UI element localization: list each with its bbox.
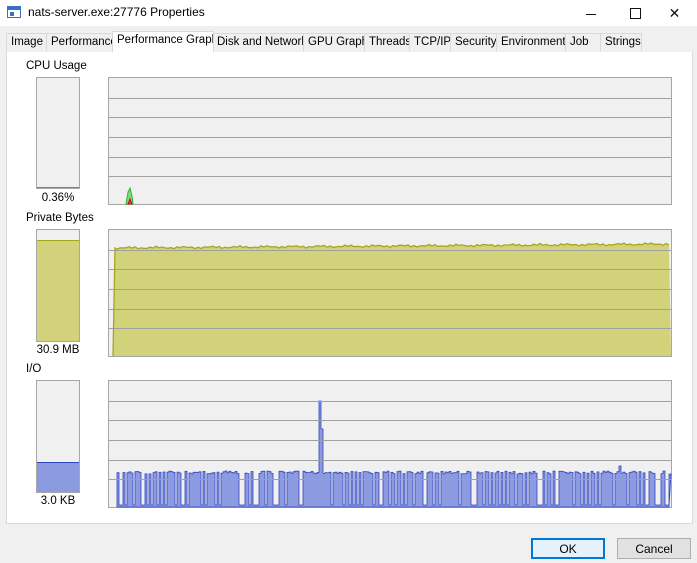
tab-strings[interactable]: Strings bbox=[600, 33, 642, 51]
tab-gpu-graph[interactable]: GPU Graph bbox=[303, 33, 365, 51]
minimize-button[interactable] bbox=[568, 0, 613, 26]
tab-disk-and-network[interactable]: Disk and Network bbox=[212, 33, 304, 51]
cpu-usage-meter bbox=[36, 77, 80, 189]
io-meter bbox=[36, 380, 80, 493]
io-area bbox=[116, 400, 672, 508]
close-icon: ✕ bbox=[668, 4, 681, 21]
private-bytes-label: Private Bytes bbox=[26, 212, 94, 224]
tab-job[interactable]: Job bbox=[565, 33, 601, 51]
private-bytes-graph bbox=[108, 229, 672, 357]
cancel-button[interactable]: Cancel bbox=[617, 538, 691, 559]
window-title: nats-server.exe:27776 Properties bbox=[28, 5, 205, 19]
title-bar: nats-server.exe:27776 Properties ✕ bbox=[0, 0, 697, 26]
tab-performance[interactable]: Performance bbox=[46, 33, 114, 51]
cpu-usage-value: 0.36% bbox=[41, 192, 75, 204]
tab-environment[interactable]: Environment bbox=[496, 33, 566, 51]
cpu-usage-meter-fill bbox=[37, 186, 79, 188]
private-bytes-graph-plot bbox=[109, 242, 671, 357]
private-bytes-value: 30.9 MB bbox=[36, 344, 80, 356]
tab-security[interactable]: Security bbox=[450, 33, 497, 51]
tab-tcpip[interactable]: TCP/IP bbox=[409, 33, 451, 51]
cpu-usage-graph bbox=[108, 77, 672, 205]
io-label: I/O bbox=[26, 363, 42, 375]
window-icon bbox=[7, 6, 21, 18]
io-graph-plot bbox=[109, 400, 672, 508]
tab-strip: Image Performance Performance Graph Disk… bbox=[6, 31, 693, 53]
io-graph bbox=[108, 380, 672, 508]
io-value: 3.0 KB bbox=[40, 495, 76, 507]
private-bytes-area bbox=[113, 243, 671, 356]
maximize-icon bbox=[630, 7, 641, 19]
private-bytes-meter bbox=[36, 229, 80, 342]
cpu-usage-graph-plot bbox=[109, 98, 671, 205]
cpu-usage-label: CPU Usage bbox=[26, 60, 87, 72]
private-bytes-meter-fill bbox=[37, 240, 79, 341]
tab-threads[interactable]: Threads bbox=[364, 33, 410, 51]
minimize-icon bbox=[585, 13, 596, 15]
ok-button[interactable]: OK bbox=[531, 538, 605, 559]
tab-image[interactable]: Image bbox=[6, 33, 48, 51]
io-meter-fill bbox=[37, 462, 79, 492]
tab-performance-graph[interactable]: Performance Graph bbox=[112, 31, 214, 52]
close-button[interactable]: ✕ bbox=[652, 0, 697, 26]
